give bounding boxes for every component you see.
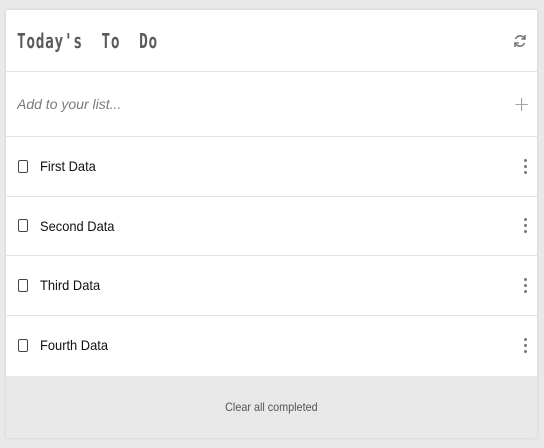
item-label: Second Data [40, 217, 115, 234]
todo-footer: Clear all completed [6, 376, 537, 438]
refresh-icon[interactable] [511, 32, 529, 50]
plus-icon[interactable]: + [513, 94, 530, 114]
item-checkbox[interactable] [18, 219, 28, 233]
todo-card: Today's To Do + First Data Second Data [6, 10, 537, 438]
item-label: First Data [40, 158, 96, 175]
more-options-icon[interactable] [521, 216, 529, 235]
item-checkbox[interactable] [18, 278, 28, 292]
more-options-icon[interactable] [521, 276, 529, 295]
list-item: Third Data [6, 256, 537, 316]
more-options-icon[interactable] [521, 157, 529, 176]
add-item-row: + [6, 72, 537, 137]
list-item: Fourth Data [6, 316, 537, 376]
todo-header: Today's To Do [6, 10, 537, 72]
item-checkbox[interactable] [18, 159, 28, 173]
clear-completed-button[interactable]: Clear all completed [220, 399, 323, 415]
item-label: Third Data [40, 277, 101, 294]
page-title: Today's To Do [17, 28, 158, 53]
more-options-icon[interactable] [521, 336, 529, 355]
add-item-input[interactable] [17, 96, 477, 112]
item-checkbox[interactable] [18, 338, 28, 352]
todo-list: First Data Second Data Third Data Fourth… [6, 137, 537, 375]
item-label: Fourth Data [40, 337, 109, 354]
list-item: First Data [6, 137, 537, 197]
list-item: Second Data [6, 197, 537, 256]
